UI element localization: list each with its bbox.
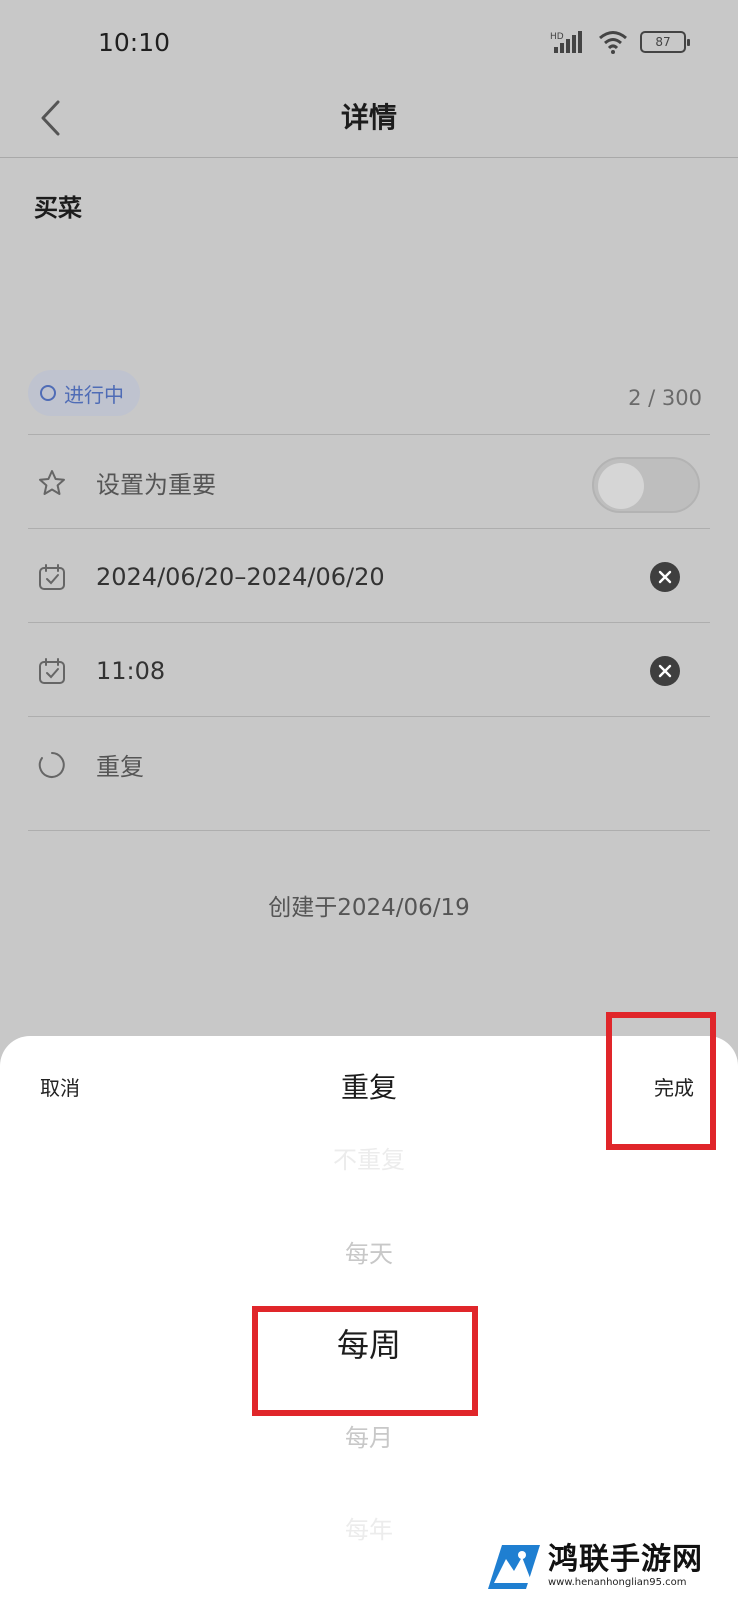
- watermark: 鸿联手游网 www.henanhonglian95.com: [482, 1534, 728, 1596]
- page-title: 详情: [340, 101, 397, 134]
- cellular-signal-icon: HD: [550, 31, 582, 53]
- close-icon: [658, 664, 672, 678]
- repeat-label: 重复: [96, 753, 144, 781]
- clear-time-button[interactable]: [650, 656, 680, 686]
- status-icons: HD 87: [550, 30, 690, 54]
- picker-option[interactable]: 每月: [0, 1418, 738, 1453]
- highlight-box-done: [606, 1012, 716, 1150]
- close-icon: [658, 570, 672, 584]
- created-at: 创建于2024/06/19: [268, 895, 470, 921]
- calendar-check-icon: [32, 557, 72, 597]
- highlight-box-selected: [252, 1306, 478, 1416]
- time-value: 11:08: [96, 656, 166, 685]
- task-title[interactable]: 买菜: [34, 188, 82, 223]
- time-row[interactable]: 11:08: [28, 622, 710, 718]
- status-chip-label: 进行中: [64, 382, 124, 407]
- char-count: 2 / 300: [628, 386, 702, 410]
- date-row[interactable]: 2024/06/20–2024/06/20: [28, 528, 710, 624]
- status-time: 10:10: [98, 28, 171, 57]
- clear-date-button[interactable]: [650, 562, 680, 592]
- svg-text:HD: HD: [550, 32, 564, 42]
- star-icon: [32, 463, 72, 503]
- important-label: 设置为重要: [96, 471, 216, 499]
- repeat-row[interactable]: 重复: [28, 716, 710, 812]
- divider: [28, 830, 710, 831]
- status-chip[interactable]: 进行中: [28, 370, 140, 416]
- watermark-name: 鸿联手游网: [548, 1541, 703, 1577]
- status-bar: 10:10 HD 87: [0, 0, 738, 86]
- calendar-check-icon: [32, 651, 72, 691]
- wifi-icon: [599, 31, 627, 54]
- important-toggle[interactable]: [592, 457, 700, 513]
- toggle-knob: [598, 463, 644, 509]
- date-range-value: 2024/06/20–2024/06/20: [96, 562, 385, 591]
- important-row[interactable]: 设置为重要: [28, 434, 710, 530]
- repeat-icon: [32, 745, 72, 785]
- watermark-text: 鸿联手游网 www.henanhonglian95.com: [548, 1541, 703, 1588]
- nav-bar: 详情: [0, 86, 738, 158]
- battery-icon: 87: [640, 31, 690, 53]
- watermark-url: www.henanhonglian95.com: [548, 1576, 687, 1588]
- watermark-logo-icon: [488, 1545, 540, 1589]
- picker-option[interactable]: 每天: [0, 1234, 738, 1269]
- circle-icon: [40, 385, 56, 401]
- battery-level: 87: [655, 35, 671, 49]
